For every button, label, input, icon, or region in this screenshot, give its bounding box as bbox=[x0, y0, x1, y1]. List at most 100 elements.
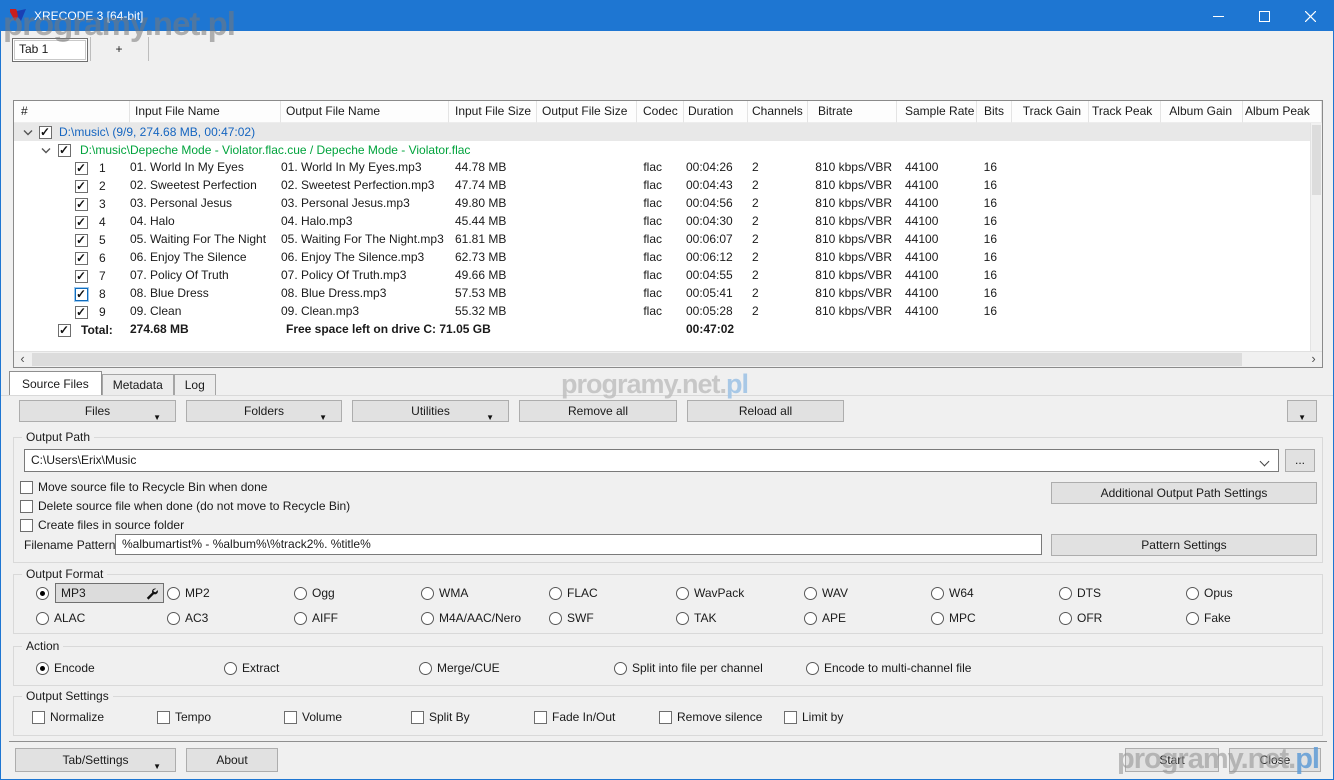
track-checkbox[interactable]: ✓ bbox=[75, 215, 88, 229]
column-header[interactable]: Output File Size bbox=[537, 101, 637, 123]
tab-metadata[interactable]: Metadata bbox=[101, 374, 174, 396]
minimize-button[interactable] bbox=[1195, 1, 1241, 31]
recycle-bin-option[interactable]: Move source file to Recycle Bin when don… bbox=[20, 479, 267, 495]
column-header[interactable]: Codec bbox=[637, 101, 684, 123]
action-extract[interactable]: Extract bbox=[224, 660, 419, 676]
setting-fade[interactable]: Fade In/Out bbox=[534, 709, 659, 725]
column-header[interactable]: Input File Size bbox=[449, 101, 537, 123]
track-row[interactable]: ✓ 6 06. Enjoy The Silence 06. Enjoy The … bbox=[14, 249, 1322, 267]
track-row[interactable]: ✓ 8 08. Blue Dress 08. Blue Dress.mp3 57… bbox=[14, 285, 1322, 303]
tab-settings-dropdown-button[interactable]: Tab/Settings ▼ bbox=[15, 748, 176, 772]
vertical-scrollbar[interactable] bbox=[1310, 123, 1322, 351]
track-checkbox[interactable]: ✓ bbox=[75, 233, 88, 247]
radio[interactable] bbox=[294, 611, 307, 625]
format-mp2[interactable]: MP2 bbox=[167, 585, 294, 601]
radio[interactable] bbox=[294, 586, 307, 600]
checkbox[interactable] bbox=[20, 480, 33, 494]
column-header[interactable]: Bitrate bbox=[808, 101, 897, 123]
format-m4a[interactable]: M4A/AAC/Nero bbox=[421, 610, 549, 626]
column-header[interactable]: Input File Name bbox=[130, 101, 281, 123]
radio[interactable] bbox=[224, 661, 237, 675]
checkbox[interactable] bbox=[534, 710, 547, 724]
scroll-left-arrow[interactable]: ‹ bbox=[14, 352, 31, 367]
radio[interactable] bbox=[419, 661, 432, 675]
track-row[interactable]: ✓ 9 09. Clean 09. Clean.mp3 55.32 MB fla… bbox=[14, 303, 1322, 321]
format-flac[interactable]: FLAC bbox=[549, 585, 676, 601]
track-checkbox[interactable]: ✓ bbox=[75, 179, 88, 193]
format-wma[interactable]: WMA bbox=[421, 585, 549, 601]
output-path-combobox[interactable]: C:\Users\Erix\Music bbox=[24, 449, 1279, 472]
column-header[interactable]: Bits bbox=[977, 101, 1012, 123]
format-dts[interactable]: DTS bbox=[1059, 585, 1186, 601]
horizontal-scrollbar[interactable]: ‹ › bbox=[14, 351, 1322, 367]
format-fake[interactable]: Fake bbox=[1186, 610, 1231, 626]
total-checkbox[interactable]: ✓ bbox=[58, 323, 71, 337]
browse-button[interactable]: ... bbox=[1285, 449, 1315, 472]
more-options-dropdown-button[interactable]: ▼ bbox=[1287, 400, 1317, 422]
format-aiff[interactable]: AIFF bbox=[294, 610, 421, 626]
vertical-scrollbar-thumb[interactable] bbox=[1312, 125, 1321, 195]
filename-pattern-input[interactable]: %albumartist% - %album%\%track2%. %title… bbox=[115, 534, 1042, 555]
track-row[interactable]: ✓ 1 01. World In My Eyes 01. World In My… bbox=[14, 159, 1322, 177]
action-merge-cue[interactable]: Merge/CUE bbox=[419, 660, 614, 676]
checkbox[interactable] bbox=[157, 710, 170, 724]
format-wavpack[interactable]: WavPack bbox=[676, 585, 804, 601]
column-header[interactable]: # bbox=[14, 101, 130, 123]
wrench-icon[interactable] bbox=[145, 587, 158, 600]
radio[interactable] bbox=[614, 661, 627, 675]
track-row[interactable]: ✓ 4 04. Halo 04. Halo.mp3 45.44 MB flac … bbox=[14, 213, 1322, 231]
format-ogg[interactable]: Ogg bbox=[294, 585, 421, 601]
track-row[interactable]: ✓ 5 05. Waiting For The Night 05. Waitin… bbox=[14, 231, 1322, 249]
start-button[interactable]: Start bbox=[1125, 748, 1219, 772]
column-header[interactable]: Channels bbox=[748, 101, 808, 123]
utilities-dropdown-button[interactable]: Utilities ▼ bbox=[352, 400, 509, 422]
checkbox[interactable] bbox=[284, 710, 297, 724]
setting-volume[interactable]: Volume bbox=[284, 709, 411, 725]
format-mp3[interactable]: MP3 bbox=[36, 583, 167, 603]
column-header[interactable]: Duration bbox=[684, 101, 748, 123]
tab-source-files[interactable]: Source Files bbox=[9, 371, 102, 396]
setting-normalize[interactable]: Normalize bbox=[32, 709, 157, 725]
column-header[interactable]: Album Peak bbox=[1243, 101, 1322, 123]
radio[interactable] bbox=[1186, 611, 1199, 625]
format-w64[interactable]: W64 bbox=[931, 585, 1059, 601]
radio[interactable] bbox=[676, 586, 689, 600]
tab-log[interactable]: Log bbox=[173, 374, 216, 396]
track-checkbox[interactable]: ✓ bbox=[75, 251, 88, 265]
additional-output-path-settings-button[interactable]: Additional Output Path Settings bbox=[1051, 482, 1317, 504]
track-row[interactable]: ✓ 2 02. Sweetest Perfection 02. Sweetest… bbox=[14, 177, 1322, 195]
pattern-settings-button[interactable]: Pattern Settings bbox=[1051, 534, 1317, 556]
scroll-right-arrow[interactable]: › bbox=[1305, 352, 1322, 367]
radio[interactable] bbox=[167, 586, 180, 600]
setting-remove-silence[interactable]: Remove silence bbox=[659, 709, 784, 725]
folder-checkbox[interactable]: ✓ bbox=[39, 125, 52, 139]
action-encode[interactable]: Encode bbox=[36, 660, 224, 676]
format-ac3[interactable]: AC3 bbox=[167, 610, 294, 626]
track-checkbox[interactable]: ✓ bbox=[75, 197, 88, 211]
column-header[interactable]: Track Gain bbox=[1012, 101, 1089, 123]
radio[interactable] bbox=[931, 611, 944, 625]
track-row[interactable]: ✓ 3 03. Personal Jesus 03. Personal Jesu… bbox=[14, 195, 1322, 213]
checkbox[interactable] bbox=[659, 710, 672, 724]
checkbox[interactable] bbox=[784, 710, 797, 724]
setting-limit-by[interactable]: Limit by bbox=[784, 709, 843, 725]
track-checkbox[interactable]: ✓ bbox=[75, 161, 88, 175]
radio[interactable] bbox=[804, 611, 817, 625]
source-folder-option[interactable]: Create files in source folder bbox=[20, 517, 184, 533]
folders-dropdown-button[interactable]: Folders ▼ bbox=[186, 400, 342, 422]
total-row[interactable]: ✓ Total: 274.68 MB Free space left on dr… bbox=[14, 321, 1322, 339]
radio[interactable] bbox=[36, 586, 49, 600]
action-split-per-channel[interactable]: Split into file per channel bbox=[614, 660, 806, 676]
format-alac[interactable]: ALAC bbox=[36, 610, 167, 626]
radio[interactable] bbox=[931, 586, 944, 600]
track-checkbox[interactable]: ✓ bbox=[75, 287, 88, 301]
delete-source-option[interactable]: Delete source file when done (do not mov… bbox=[20, 498, 350, 514]
mp3-settings-box[interactable]: MP3 bbox=[55, 583, 164, 603]
format-opus[interactable]: Opus bbox=[1186, 585, 1233, 601]
radio[interactable] bbox=[36, 611, 49, 625]
format-wav[interactable]: WAV bbox=[804, 585, 931, 601]
checkbox[interactable] bbox=[20, 499, 33, 513]
remove-all-button[interactable]: Remove all bbox=[519, 400, 677, 422]
collapse-chevron-icon[interactable] bbox=[41, 147, 51, 154]
radio[interactable] bbox=[804, 586, 817, 600]
